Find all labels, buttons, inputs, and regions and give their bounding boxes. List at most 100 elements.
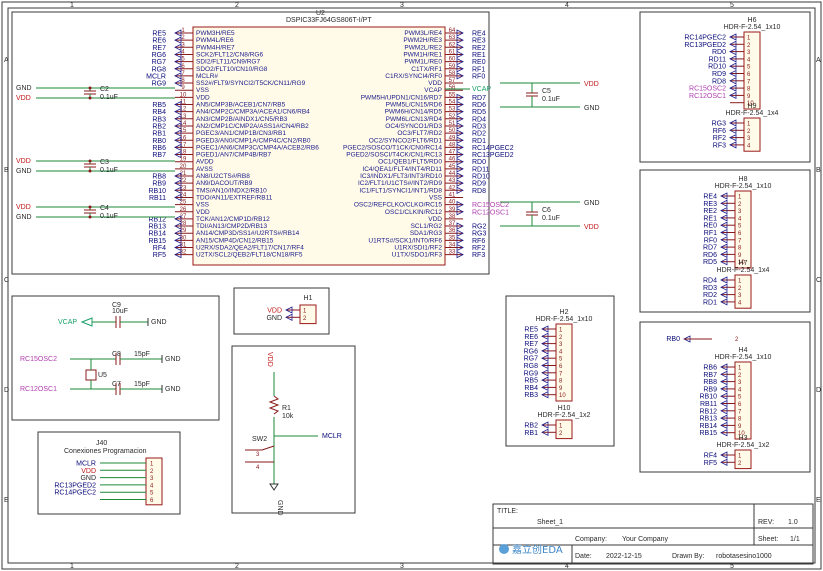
cap-ref: C5	[542, 88, 551, 95]
u2-pin-number: 19	[180, 157, 187, 163]
u2-pin-name: SDA1/RG3	[410, 230, 443, 237]
reset-mcl-net: MCLR	[322, 433, 342, 440]
header-h3: H3HDR-F-2.54_1x21RF42RF5	[704, 435, 770, 470]
drawn-label: Drawn By:	[672, 553, 704, 560]
cap-net-top: VDD	[16, 204, 31, 211]
u2-pin-name: VSS	[429, 194, 443, 201]
crystal-u5	[85, 369, 97, 381]
u2-pin-name: AVDD	[196, 159, 214, 166]
u2-pin-number: 61	[449, 49, 456, 55]
header-net: RB4	[524, 385, 538, 392]
programming-connector-j40: J40 Conexiones Programacion 1MCLR2VDD3GN…	[54, 440, 163, 506]
header-net: RB10	[699, 394, 717, 401]
header-net: RD0	[712, 49, 726, 56]
cap-val: 0.1uF	[100, 94, 118, 101]
title-value: Sheet_1	[537, 519, 563, 526]
u2-pin-name: AN8/U2CTS#/RB8	[196, 173, 250, 180]
u2-pin-number: 57	[449, 78, 456, 84]
u2-pin-name: TDO/AN11/EXTREF/RB11	[196, 194, 273, 201]
u2-pin-name: TMS/AN10/INDX2/RB10	[196, 187, 267, 194]
header-net: RD10	[708, 64, 726, 71]
header-part: HDR-F-2.54_1x10	[715, 183, 772, 190]
u2-right-net: RD0	[472, 159, 486, 166]
frame-row-mark: B	[816, 167, 821, 174]
frame-row-mark: A	[4, 57, 9, 64]
frame-col-mark: 2	[235, 2, 239, 9]
u2-pin-name: IC4/QEA1/FLT4/INT4/RD11	[362, 166, 442, 173]
frame-col-mark: 4	[565, 2, 569, 9]
u2-pin-name: OC1/QEB1/FLT5/RD0	[378, 159, 442, 166]
cap-net-bottom: VDD	[16, 95, 31, 102]
u2-pin-number: 53	[449, 107, 456, 113]
header-net: RG3	[712, 121, 727, 128]
u2-pin-name: OSC1/CLKIN/RC12	[385, 209, 442, 216]
u2-right-net: RD5	[472, 109, 486, 116]
cap-val: 0.1uF	[100, 213, 118, 220]
u2-pin-number: 62	[449, 42, 456, 48]
header-net: RE7	[524, 341, 538, 348]
mcu-right-caps: C50.1uFVDDGNDC60.1uFGNDVDD	[500, 81, 600, 231]
crystal-ref: U5	[98, 372, 107, 379]
header-net: RB7	[703, 372, 717, 379]
u2-pin-number: 25	[180, 200, 187, 206]
frame-row-mark: E	[4, 497, 9, 504]
u2-right-net: RE3	[472, 38, 486, 45]
u2-pin-name: PGED3/AN0/CMP1A/CMP4C/CN2/RB0	[196, 137, 311, 144]
header-net: RD11	[709, 56, 726, 63]
header-net: RD7	[703, 245, 717, 252]
u2-left-net: RB5	[152, 102, 166, 109]
company-label: Company:	[575, 536, 607, 543]
reset-gnd: GND	[276, 500, 283, 516]
u2-pin-number: 64	[449, 28, 456, 34]
header-ref: H1	[304, 295, 313, 302]
frame-row-mark: C	[4, 277, 9, 284]
u2-pin-name: SCL1/RG2	[411, 223, 443, 230]
header-ref: H9	[748, 103, 757, 110]
u2-right-net: RD7	[472, 95, 486, 102]
u2-right-net: RE0	[472, 59, 486, 66]
u2-left-net: RB10	[148, 188, 166, 195]
c7-ref: C7	[112, 381, 121, 388]
u2-pin-number: 43	[449, 178, 456, 184]
header-net: RD5	[703, 259, 717, 266]
u2-left-net: RB6	[152, 145, 166, 152]
u2-pin-name: OC3/FLT7/RD2	[397, 130, 442, 137]
header-net: RC14PGEC2	[684, 35, 726, 42]
eda-logo-text: 嘉立创EDA	[512, 543, 563, 556]
header-net: RF2	[713, 135, 726, 142]
header-ref: H10	[558, 405, 571, 412]
u2-pin-name: IC1/FLT1/SYNCI1/INT1/RD8	[359, 187, 442, 194]
u2-right-net: RE2	[472, 45, 486, 52]
rev-label: REV:	[758, 519, 774, 526]
u2-pin-name: AN15/CMP4D/CN12/RB15	[196, 237, 274, 244]
u2-left-net: RB3	[152, 116, 166, 123]
j40-net: RC14PGEC2	[54, 490, 96, 497]
u2-left-net: RF4	[153, 245, 166, 252]
mcu-u2: U2 DSPIC33FJ64GS806T-I/PT 1 PWM3H/RE5RE52…	[146, 10, 514, 266]
reset-section-box	[231, 345, 356, 514]
schematic-canvas: 1122334455A AB BC CD DE E U2 DSPIC33FJ64GS806…	[1, 1, 822, 570]
u2-pin-name: PWM6L/CN13/RD4	[386, 116, 443, 123]
u2-pin-number: 49	[449, 135, 456, 141]
header-net: RD2	[703, 292, 717, 299]
u2-pin-name: VCAP	[424, 87, 442, 94]
u2-pin-number: 47	[449, 150, 456, 156]
u2-pin-number: 52	[449, 114, 456, 120]
oscillator-block: RC15OSC2 C8 15pF GND U5 RC12OSC1 C7 15pF…	[20, 351, 181, 395]
header-net: RF3	[713, 142, 726, 149]
u2-pin-number: 55	[449, 92, 456, 98]
header-rb0: RB0 2	[666, 335, 739, 343]
h8-section-box	[639, 169, 811, 313]
header-net: RB11	[700, 401, 717, 408]
header-net: RB5	[524, 378, 538, 385]
header-net: RE0	[703, 223, 717, 230]
header-net: RG6	[524, 348, 539, 355]
u2-left-net: RE5	[152, 31, 166, 38]
u2-pin-name: AN5/CMP3B/ACEB1/CN7/RB5	[196, 102, 286, 109]
j40-net: VDD	[81, 468, 96, 475]
header-ref: H4	[739, 347, 748, 354]
header-h4: H4HDR-F-2.54_1x101RB62RB73RB84RB95RB106R…	[699, 347, 772, 440]
u2-pin-name: VDD	[196, 209, 210, 216]
u2-pin-number: 48	[449, 142, 456, 148]
u2-left-net: RB2	[152, 123, 166, 130]
